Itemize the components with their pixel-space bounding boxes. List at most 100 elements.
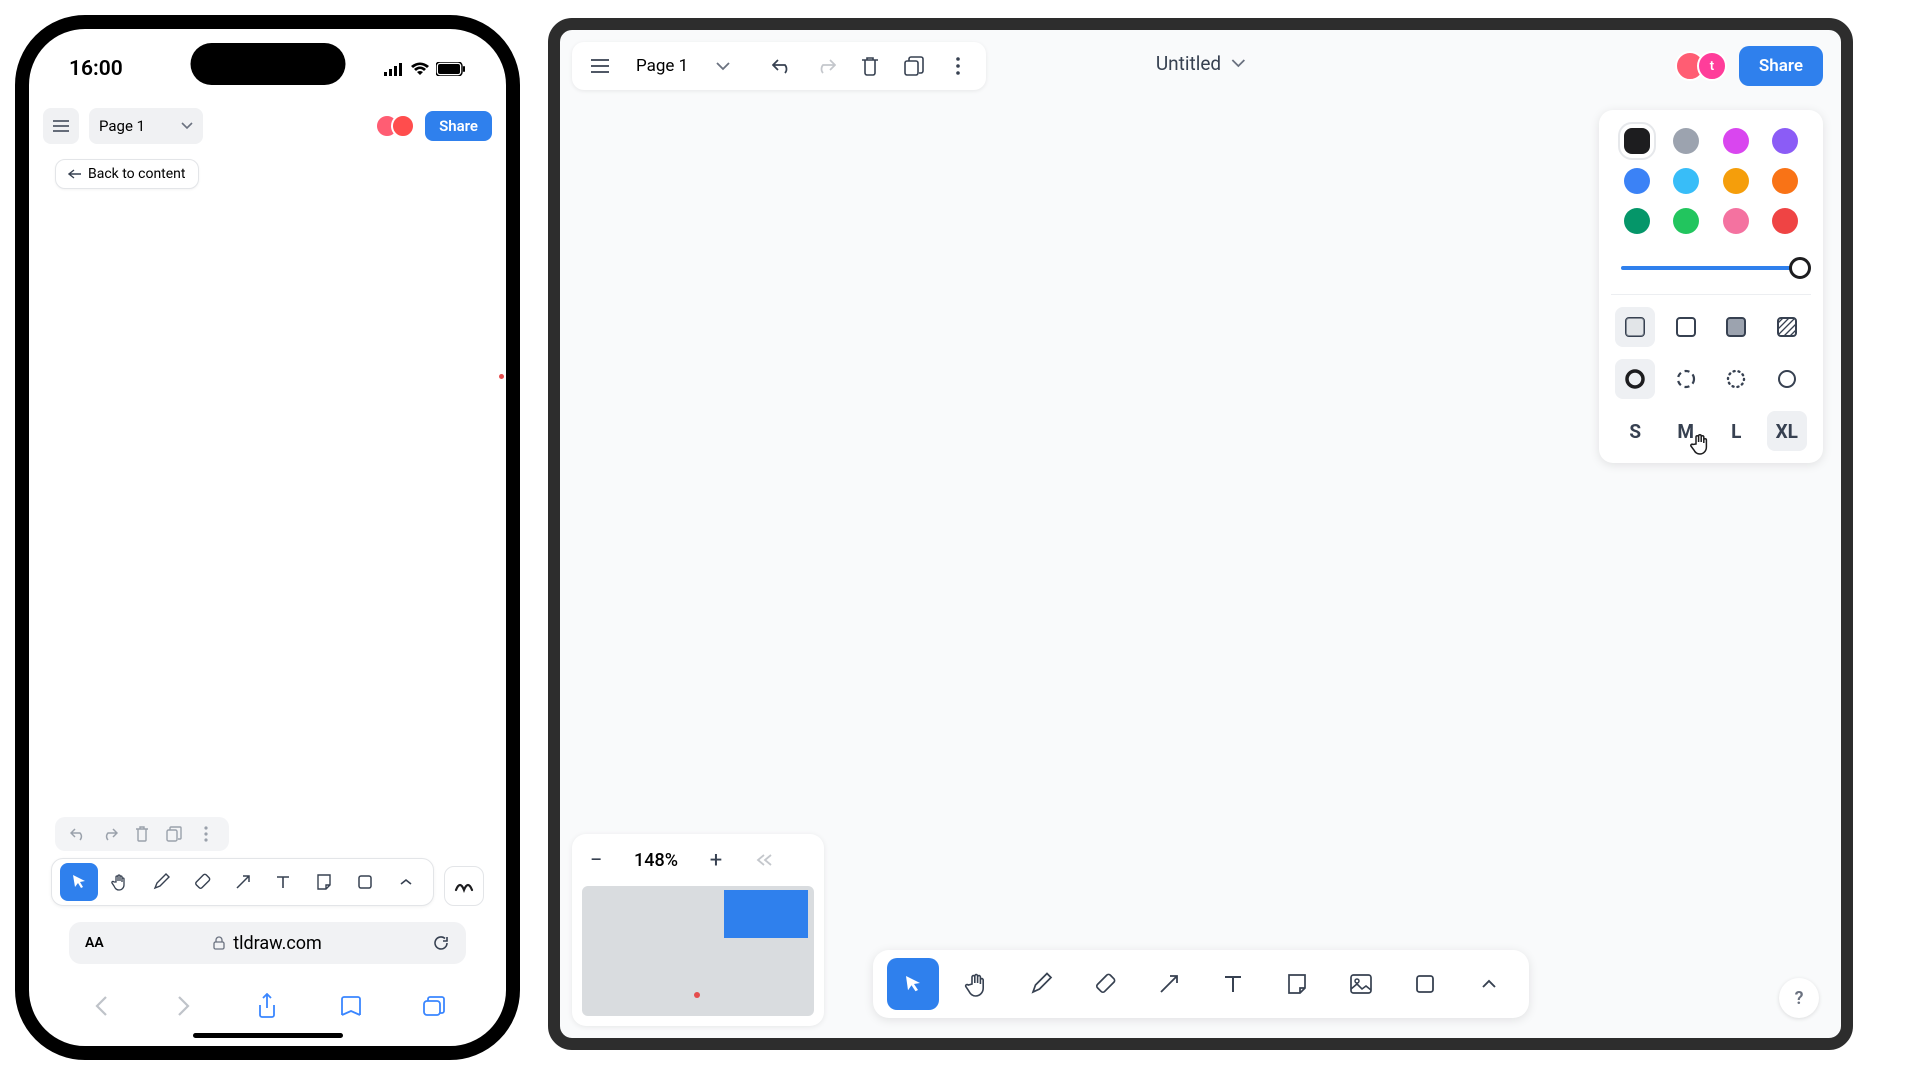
dash-draw[interactable] — [1615, 359, 1655, 399]
color-black[interactable] — [1624, 128, 1650, 154]
nav-forward-button[interactable] — [170, 992, 198, 1020]
text-size-button[interactable]: AA — [85, 935, 104, 951]
safari-bottom-nav — [29, 992, 506, 1020]
asset-tool[interactable] — [1335, 958, 1387, 1010]
draw-tool[interactable] — [142, 863, 180, 901]
note-tool[interactable] — [305, 863, 343, 901]
fill-none[interactable] — [1615, 307, 1655, 347]
more-menu-button[interactable] — [197, 825, 215, 843]
chevron-down-icon — [716, 62, 730, 71]
nav-tabs-button[interactable] — [420, 992, 448, 1020]
note-tool[interactable] — [1271, 958, 1323, 1010]
redo-button[interactable] — [101, 825, 119, 843]
minimap-collapse-button[interactable] — [740, 836, 788, 884]
zoom-row: − 148% + — [572, 834, 824, 886]
page-label: Page 1 — [636, 56, 688, 76]
cellular-icon — [384, 62, 404, 76]
color-violet[interactable] — [1723, 128, 1749, 154]
desktop-app-frame: Page 1 Untitled t Share — [548, 18, 1853, 1050]
zoom-minimap-panel: − 148% + — [572, 834, 824, 1026]
dash-dashed[interactable] — [1666, 359, 1706, 399]
ai-button[interactable] — [444, 866, 484, 906]
fill-style-row — [1611, 295, 1811, 347]
minimap-cursor-dot — [694, 992, 700, 998]
document-title[interactable]: Untitled — [1156, 52, 1245, 75]
more-tools-button[interactable] — [387, 863, 425, 901]
color-orange[interactable] — [1772, 168, 1798, 194]
color-palette — [1611, 122, 1811, 248]
safari-address-bar[interactable]: AA tldraw.com — [69, 922, 466, 964]
share-button[interactable]: Share — [1739, 46, 1823, 86]
undo-button[interactable] — [69, 825, 87, 843]
zoom-in-button[interactable]: + — [692, 836, 740, 884]
more-menu-button[interactable] — [940, 48, 976, 84]
page-selector[interactable]: Page 1 — [626, 48, 740, 84]
redo-button[interactable] — [808, 48, 844, 84]
nav-share-button[interactable] — [253, 992, 281, 1020]
color-yellow[interactable] — [1723, 168, 1749, 194]
fill-pattern[interactable] — [1767, 307, 1807, 347]
hover-cursor-icon — [1689, 432, 1711, 456]
back-to-content-label: Back to content — [88, 166, 186, 182]
nav-bookmarks-button[interactable] — [337, 992, 365, 1020]
shape-tool[interactable] — [346, 863, 384, 901]
color-lightblue[interactable] — [1673, 168, 1699, 194]
delete-button[interactable] — [852, 48, 888, 84]
zoom-value[interactable]: 148% — [620, 850, 692, 871]
chevron-down-icon — [181, 122, 193, 130]
wifi-icon — [410, 62, 430, 76]
nav-back-button[interactable] — [87, 992, 115, 1020]
home-indicator — [193, 1033, 343, 1038]
size-s[interactable]: S — [1615, 411, 1655, 451]
avatar: t — [1697, 51, 1727, 81]
fill-semi[interactable] — [1666, 307, 1706, 347]
eraser-tool[interactable] — [1079, 958, 1131, 1010]
reload-button[interactable] — [432, 934, 450, 952]
duplicate-button[interactable] — [896, 48, 932, 84]
hand-tool[interactable] — [951, 958, 1003, 1010]
select-tool[interactable] — [60, 863, 98, 901]
chevron-down-icon — [1231, 59, 1245, 68]
minimap[interactable] — [582, 886, 814, 1016]
opacity-slider[interactable] — [1621, 266, 1801, 270]
arrow-tool[interactable] — [1143, 958, 1195, 1010]
color-grey[interactable] — [1673, 128, 1699, 154]
help-button[interactable]: ? — [1779, 978, 1819, 1018]
dash-dotted[interactable] — [1716, 359, 1756, 399]
tool-toolbar — [873, 950, 1529, 1018]
hamburger-menu-button[interactable] — [43, 108, 79, 144]
color-teal[interactable] — [1624, 208, 1650, 234]
delete-button[interactable] — [133, 825, 151, 843]
arrow-tool[interactable] — [224, 863, 262, 901]
hand-tool[interactable] — [101, 863, 139, 901]
color-green[interactable] — [1673, 208, 1699, 234]
hamburger-menu-button[interactable] — [582, 48, 618, 84]
share-button[interactable]: Share — [425, 111, 492, 141]
undo-button[interactable] — [764, 48, 800, 84]
zoom-out-button[interactable]: − — [572, 836, 620, 884]
more-tools-button[interactable] — [1463, 958, 1515, 1010]
eraser-tool[interactable] — [183, 863, 221, 901]
color-blue[interactable] — [1624, 168, 1650, 194]
duplicate-button[interactable] — [165, 825, 183, 843]
page-selector[interactable]: Page 1 — [89, 108, 203, 144]
shape-tool[interactable] — [1399, 958, 1451, 1010]
back-to-content-button[interactable]: Back to content — [55, 159, 199, 189]
dash-solid[interactable] — [1767, 359, 1807, 399]
select-tool[interactable] — [887, 958, 939, 1010]
fill-solid[interactable] — [1716, 307, 1756, 347]
phone-presence-avatars[interactable] — [375, 114, 415, 138]
draw-tool[interactable] — [1015, 958, 1067, 1010]
phone-topbar: Page 1 Share — [43, 101, 492, 151]
presence-avatars[interactable]: t — [1675, 51, 1727, 81]
slider-handle[interactable] — [1789, 257, 1811, 279]
minimap-viewport — [724, 890, 808, 938]
text-tool[interactable] — [264, 863, 302, 901]
color-pink[interactable] — [1723, 208, 1749, 234]
size-xl[interactable]: XL — [1767, 411, 1807, 451]
text-tool[interactable] — [1207, 958, 1259, 1010]
size-l[interactable]: L — [1716, 411, 1756, 451]
document-title-text: Untitled — [1156, 52, 1221, 75]
color-red[interactable] — [1772, 208, 1798, 234]
color-purple[interactable] — [1772, 128, 1798, 154]
